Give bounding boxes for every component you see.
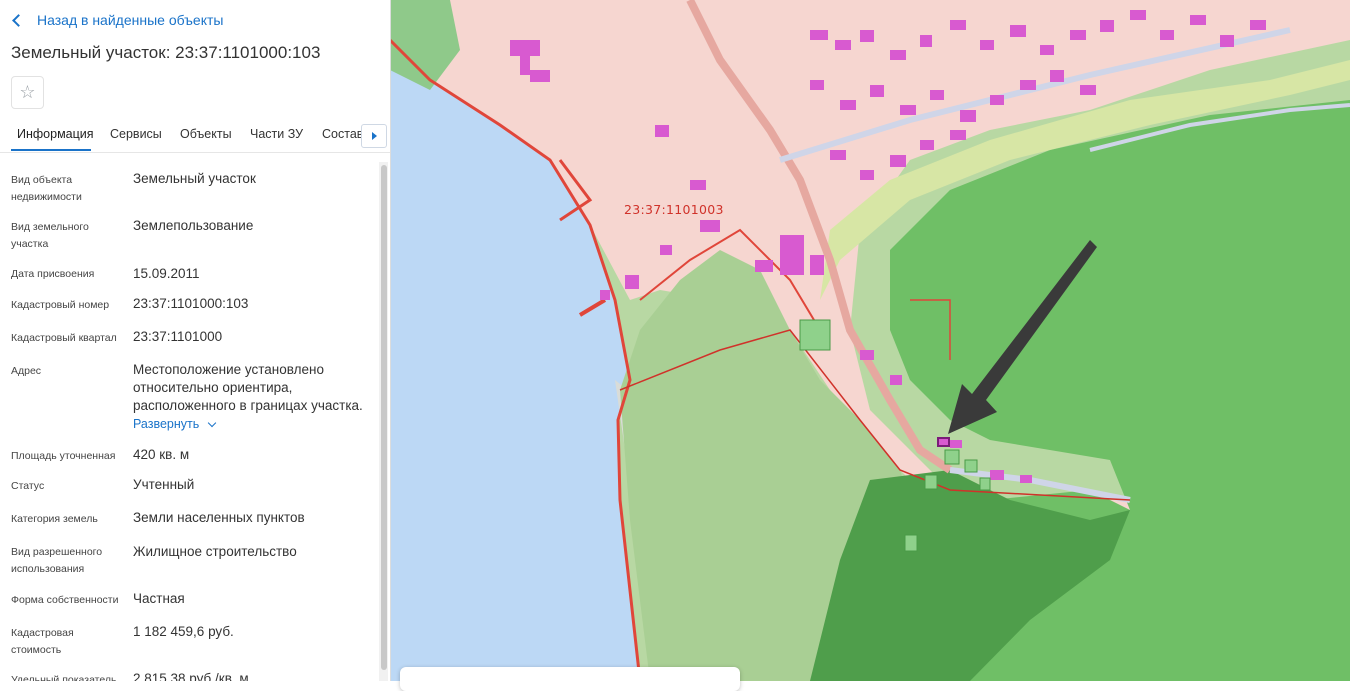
property-value: Жилищное строительство [133,544,297,559]
property-value: Земельный участок [133,171,256,186]
property-label: Форма собственности [11,594,119,606]
favorite-button[interactable]: ☆ [11,76,44,109]
property-value: 2 815,38 руб./кв. м [133,671,249,681]
back-link-label: Назад в найденные объекты [37,12,224,28]
property-label: Вид разрешенного использования [11,546,103,575]
back-link[interactable]: Назад в найденные объекты [12,12,224,28]
chevron-left-icon [12,14,25,27]
tab-bar: Информация Сервисы Объекты Части ЗУ Сост… [0,118,390,153]
target-parcel [937,437,950,447]
property-value: 15.09.2011 [133,266,200,281]
tabs-next-button[interactable] [361,124,387,148]
expand-address-link[interactable]: Развернуть [133,417,217,431]
property-value: 1 182 459,6 руб. [133,624,234,639]
page-title: Земельный участок: 23:37:1101000:103 [11,43,321,62]
property-label: Адрес [11,365,42,377]
property-label: Кадастровая стоимость [11,627,74,656]
tab-composition[interactable]: Состав [322,127,363,141]
quarter-label: 23:37:1101003 [624,202,724,217]
tab-information[interactable]: Информация [17,127,94,141]
property-value: Учтенный [133,477,195,492]
property-label: Удельный показатель [11,674,117,681]
active-tab-indicator [11,149,91,151]
property-value: Земли населенных пунктов [133,510,305,525]
tab-parts[interactable]: Части ЗУ [250,127,303,141]
property-label: Дата присвоения [11,268,95,280]
property-label: Вид объекта недвижимости [11,174,82,203]
chevron-right-icon [371,132,377,140]
property-label: Статус [11,480,45,492]
scrollbar-thumb[interactable] [381,165,387,670]
expand-link-label: Развернуть [133,417,200,431]
star-icon: ☆ [19,82,36,102]
property-value: 23:37:1101000:103 [133,296,249,311]
property-label: Площадь уточненная [11,450,116,462]
chevron-down-icon [208,418,217,427]
property-value: Землепользование [133,218,254,233]
property-value: Частная [133,591,185,606]
property-label: Вид земельного участка [11,221,89,250]
tab-objects[interactable]: Объекты [180,127,232,141]
map-bottom-panel[interactable] [400,667,740,691]
property-label: Кадастровый квартал [11,332,117,344]
info-panel: Назад в найденные объекты Земельный учас… [0,0,391,681]
cadastral-map[interactable] [390,0,1350,681]
property-label: Кадастровый номер [11,299,110,311]
property-value: Местоположение установлено относительно … [133,362,363,413]
property-label: Категория земель [11,513,98,525]
tab-services[interactable]: Сервисы [110,127,162,141]
property-value: 23:37:1101000 [133,329,223,344]
property-value: 420 кв. м [133,447,190,462]
